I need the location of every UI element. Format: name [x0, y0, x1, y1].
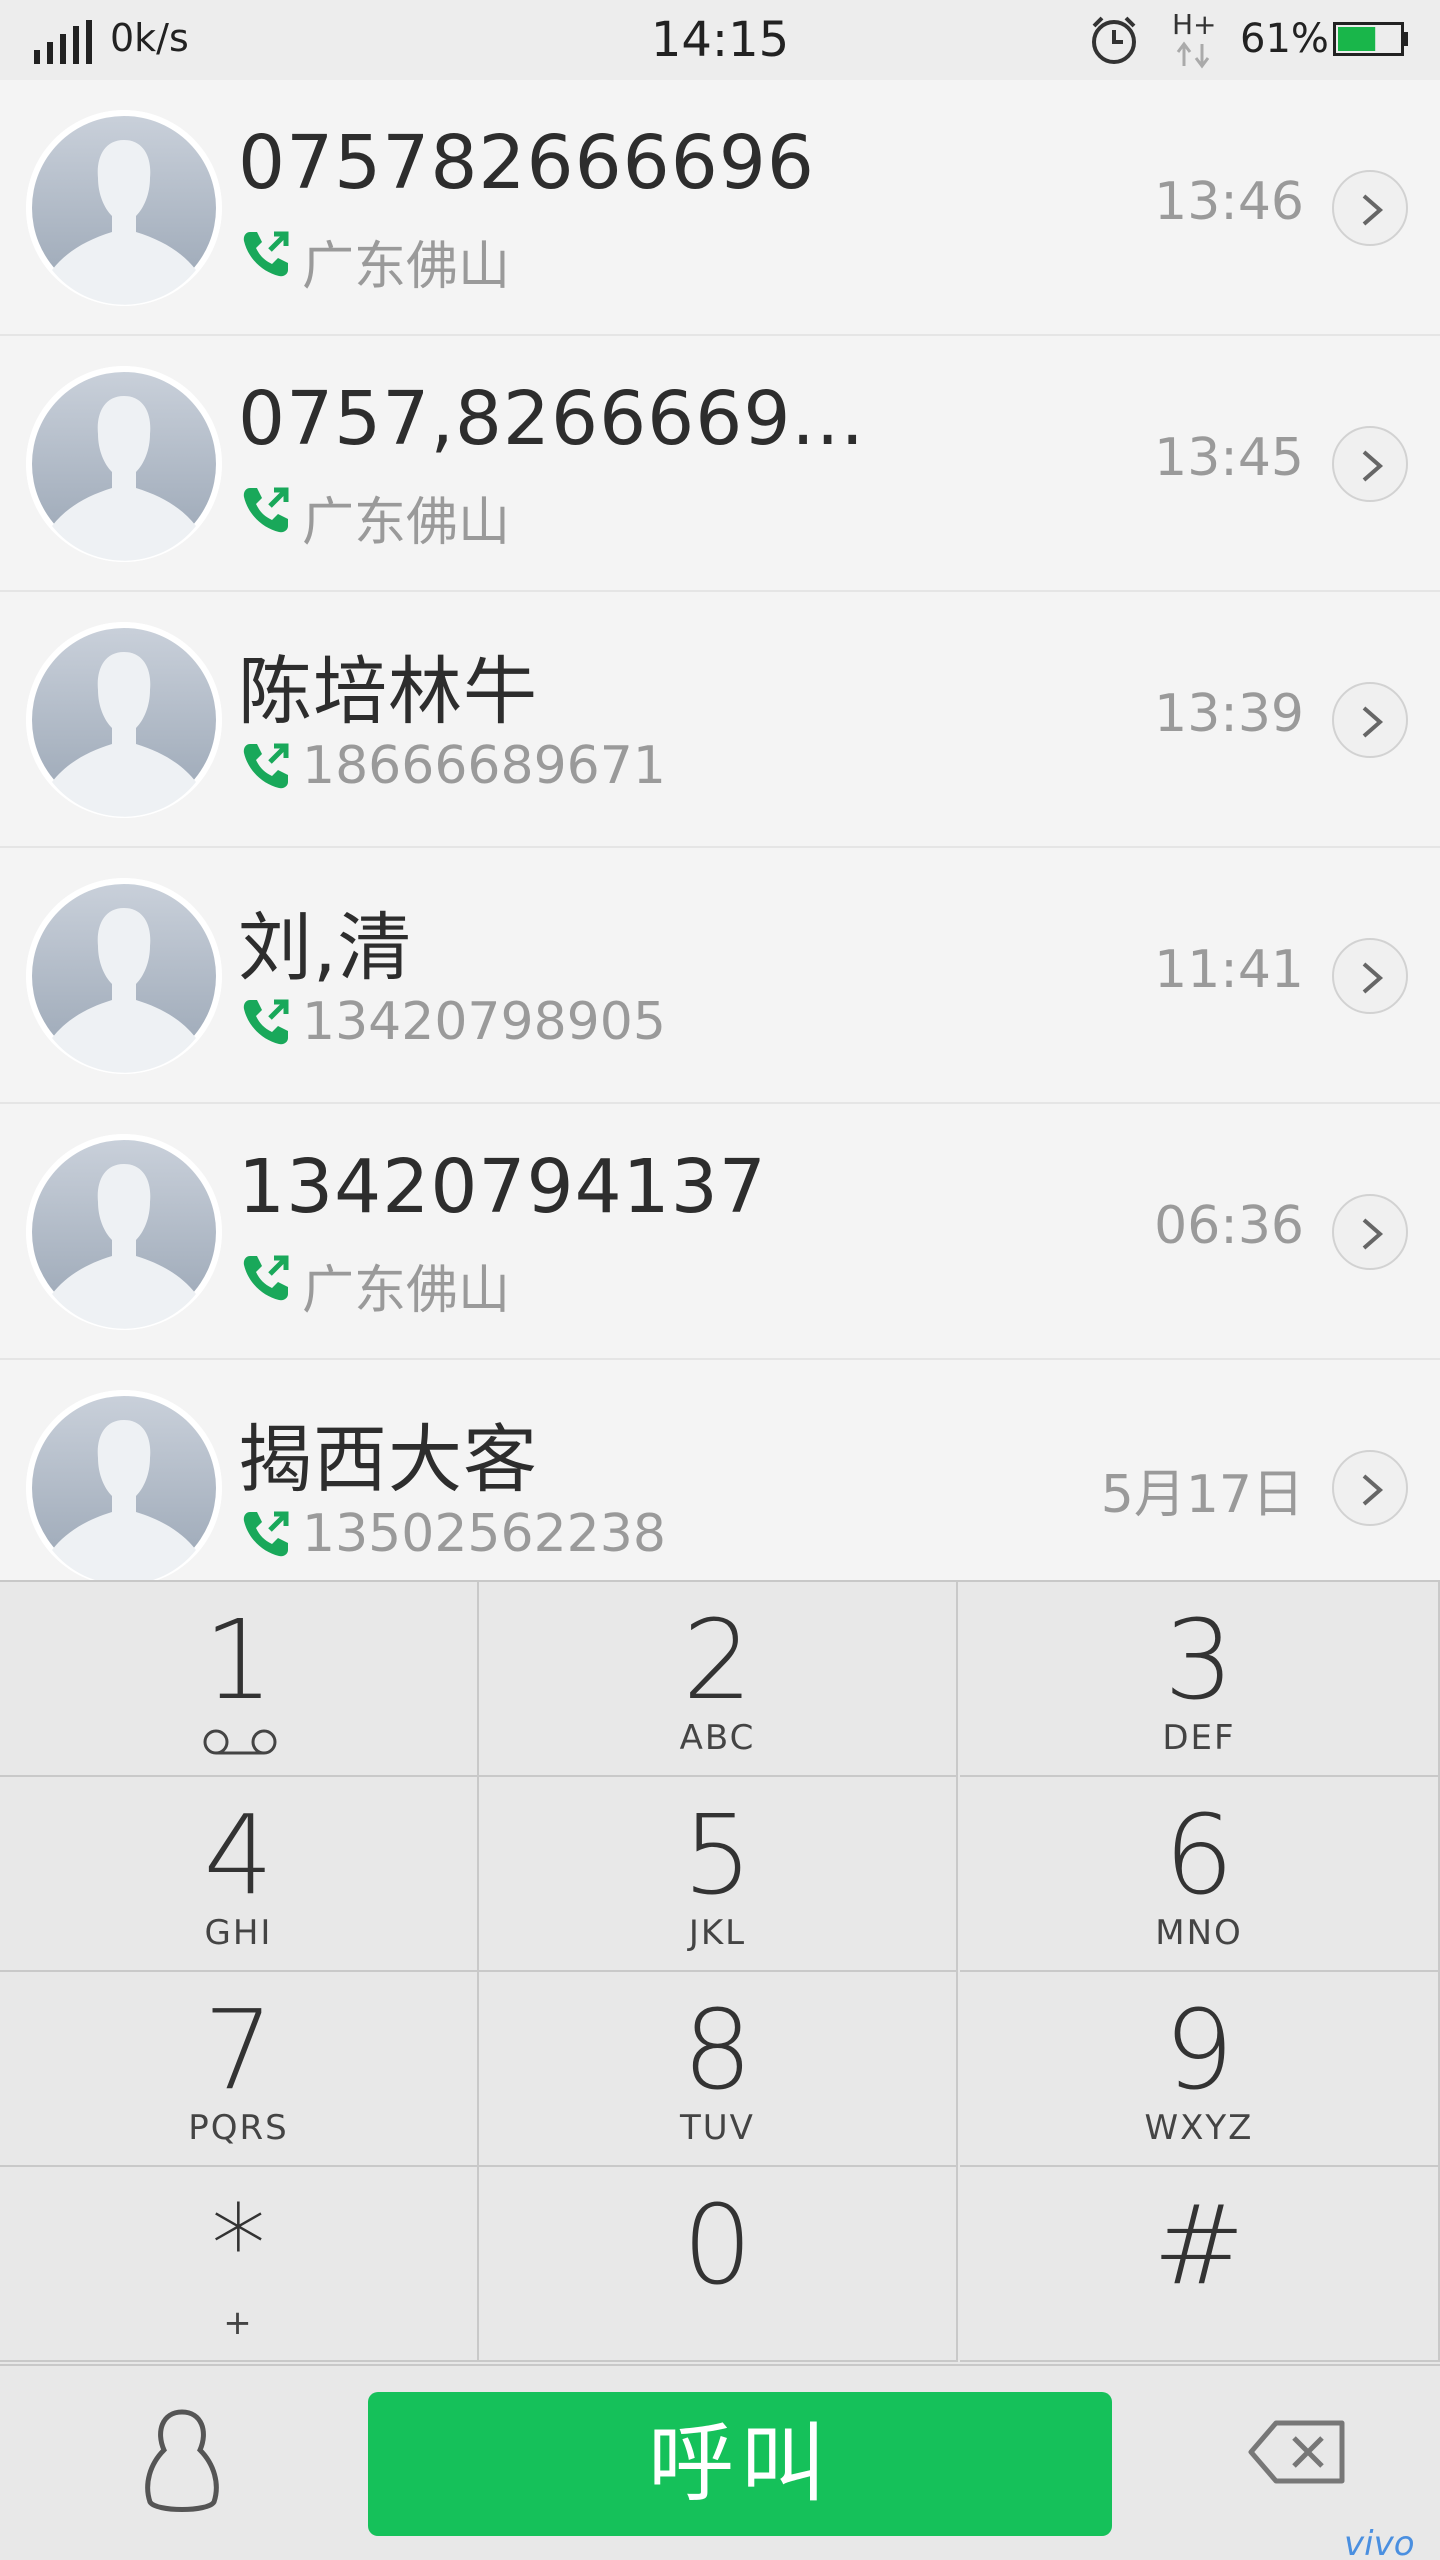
call-subtitle-text: 13502562238 [302, 1504, 666, 1564]
call-time: 11:41 [1154, 940, 1304, 1000]
contacts-icon[interactable] [140, 2406, 224, 2516]
call-subtitle-text: 广东佛山 [302, 493, 511, 553]
outgoing-call-icon [240, 740, 292, 792]
dialpad-key[interactable]: 7 PQRS [0, 1972, 479, 2167]
network-type-label: H+ [1172, 8, 1217, 41]
call-log-item[interactable]: 075782666696 广东佛山 13:46 [0, 80, 1440, 336]
call-subtitle-text: 18666689671 [302, 736, 666, 796]
avatar[interactable] [26, 110, 222, 306]
call-time: 06:36 [1154, 1196, 1304, 1256]
call-time: 5月17日 [1100, 1465, 1304, 1525]
key-digit: 0 [682, 2181, 753, 2309]
call-time: 13:39 [1154, 684, 1304, 744]
alarm-icon [1092, 16, 1136, 64]
avatar[interactable] [26, 622, 222, 818]
call-detail-button[interactable] [1332, 682, 1408, 758]
call-name: 13420794137 [238, 1144, 767, 1230]
call-name: 陈培林牛 [238, 649, 538, 735]
call-subtitle-text: 广东佛山 [302, 1261, 511, 1321]
key-digit: 5 [682, 1791, 753, 1919]
key-digit: # [1152, 2181, 1246, 2309]
call-name: 刘,清 [238, 905, 413, 991]
call-detail-button[interactable] [1332, 170, 1408, 246]
call-time: 13:46 [1154, 172, 1304, 232]
call-log-item[interactable]: 揭西大客 13502562238 5月17日 [0, 1360, 1440, 1580]
key-letters: PQRS [188, 2108, 289, 2148]
call-log-item[interactable]: 13420794137 广东佛山 06:36 [0, 1104, 1440, 1360]
outgoing-call-icon [240, 228, 292, 280]
status-time: 14:15 [650, 12, 790, 68]
call-name: 0757,8266669... [238, 376, 858, 462]
key-letters: JKL [688, 1913, 747, 1953]
key-digit: 1 [203, 1596, 274, 1724]
battery-percent: 61% [1240, 16, 1329, 62]
dialpad-key[interactable]: 2 ABC [479, 1582, 958, 1777]
key-letters: ABC [679, 1718, 756, 1758]
dialpad-key[interactable]: 9 WXYZ [960, 1972, 1440, 2167]
call-subtitle-text: 13420798905 [302, 992, 666, 1052]
outgoing-call-icon [240, 996, 292, 1048]
voicemail-icon [203, 1729, 277, 1755]
key-letters: MNO [1155, 1913, 1243, 1953]
key-digit: 6 [1164, 1791, 1234, 1919]
call-log-item[interactable]: 0757,8266669... 广东佛山 13:45 [0, 336, 1440, 592]
call-button[interactable]: 呼叫 [368, 2392, 1112, 2536]
key-letters: TUV [680, 2108, 755, 2148]
key-digit: 8 [682, 1986, 753, 2114]
call-name: 揭西大客 [238, 1417, 538, 1503]
key-digit: * [211, 2181, 266, 2309]
dialpad-key[interactable]: 5 JKL [479, 1777, 958, 1972]
battery-icon [1333, 22, 1408, 56]
call-log-item[interactable]: 陈培林牛 18666689671 13:39 [0, 592, 1440, 848]
key-letters: + [223, 2303, 254, 2343]
avatar[interactable] [26, 1134, 222, 1330]
key-digit: 2 [682, 1596, 753, 1724]
dialpad-key[interactable]: * + [0, 2167, 479, 2362]
call-time: 13:45 [1154, 428, 1304, 488]
dialpad-key[interactable]: 4 GHI [0, 1777, 479, 1972]
dialpad-key[interactable]: 0 [479, 2167, 958, 2362]
key-letters: GHI [204, 1913, 273, 1953]
call-log-item[interactable]: 刘,清 13420798905 11:41 [0, 848, 1440, 1104]
avatar[interactable] [26, 878, 222, 1074]
key-digit: 4 [203, 1791, 274, 1919]
call-name: 075782666696 [238, 120, 815, 206]
dialpad-key[interactable]: 6 MNO [960, 1777, 1440, 1972]
phone-screen: 0k/s 14:15 H+ 61% 075782666696 广东佛山 13:46 0… [0, 0, 1440, 2560]
key-letters: WXYZ [1144, 2108, 1254, 2148]
call-detail-button[interactable] [1332, 938, 1408, 1014]
dialpad-key[interactable]: 3 DEF [960, 1582, 1440, 1777]
backspace-icon[interactable] [1248, 2420, 1346, 2484]
brand-logo: vivo [1344, 2524, 1415, 2560]
call-log-list[interactable]: 075782666696 广东佛山 13:46 0757,8266669... 广东佛山… [0, 80, 1440, 1580]
network-type-icon: H+ [1172, 8, 1217, 69]
outgoing-call-icon [240, 484, 292, 536]
call-detail-button[interactable] [1332, 1450, 1408, 1526]
key-digit: 3 [1164, 1596, 1234, 1724]
status-bar: 0k/s 14:15 H+ 61% [0, 0, 1440, 80]
call-detail-button[interactable] [1332, 1194, 1408, 1270]
battery-fill [1338, 27, 1376, 51]
call-detail-button[interactable] [1332, 426, 1408, 502]
dialer-action-bar: 呼叫 [0, 2364, 1440, 2560]
outgoing-call-icon [240, 1508, 292, 1560]
key-digit: 7 [203, 1986, 274, 2114]
dialpad-key[interactable]: 1 [0, 1582, 479, 1777]
avatar[interactable] [26, 366, 222, 562]
key-digit: 9 [1164, 1986, 1234, 2114]
call-subtitle-text: 广东佛山 [302, 237, 511, 297]
avatar[interactable] [26, 1390, 222, 1580]
outgoing-call-icon [240, 1252, 292, 1304]
dialpad-key[interactable]: 8 TUV [479, 1972, 958, 2167]
key-letters: DEF [1162, 1718, 1236, 1758]
dialpad-key[interactable]: # [960, 2167, 1440, 2362]
dialpad: 1 2 ABC 3 DEF 4 GHI 5 JKL 6 MNO 7 PQRS 8 TUV 9 WXYZ * +0 # [0, 1580, 1440, 2364]
